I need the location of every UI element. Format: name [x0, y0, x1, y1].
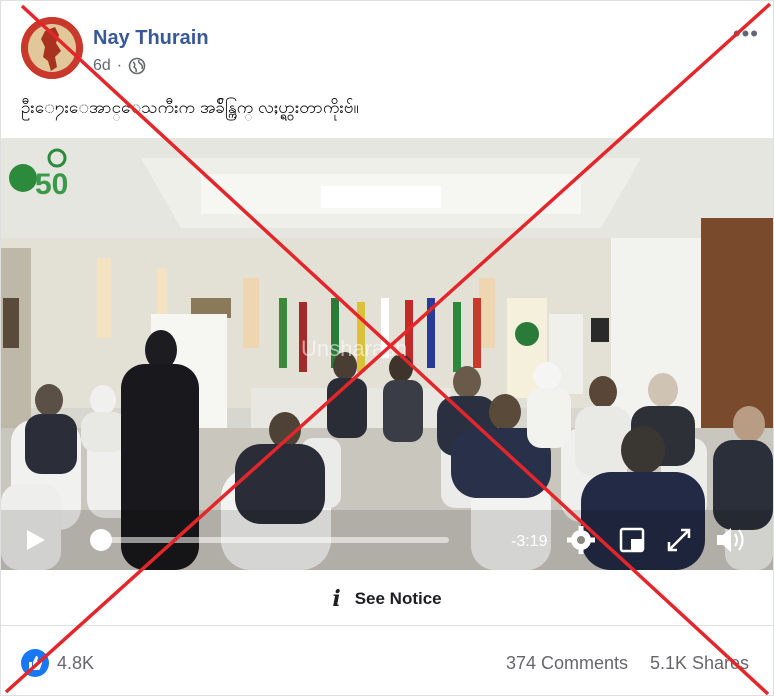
- video-watermark: Unsharash: [301, 336, 407, 361]
- time-remaining: -3:19: [511, 533, 548, 550]
- video-frame: 50 Unsharash: [1, 138, 773, 570]
- progress-scrubber[interactable]: [90, 529, 112, 551]
- picture-in-picture-icon[interactable]: [619, 527, 645, 553]
- see-notice-label: See Notice: [354, 589, 442, 608]
- video-controls: -3:19: [1, 520, 773, 560]
- more-options-button[interactable]: •••: [733, 21, 759, 47]
- play-icon[interactable]: [27, 530, 45, 550]
- comment-count[interactable]: 374 Comments: [506, 653, 628, 674]
- fullscreen-icon[interactable]: [667, 528, 691, 552]
- post-meta: 6d ·: [93, 57, 146, 75]
- progress-track[interactable]: [93, 537, 449, 543]
- see-notice-bar[interactable]: i See Notice: [1, 573, 773, 626]
- facebook-post: Nay Thurain 6d · ••• ဦးေ႒းေအာင္ေသကီးက အခ…: [0, 0, 774, 696]
- post-footer: 4.8K 374 Comments 5.1K Shares: [1, 641, 773, 685]
- settings-gear-icon[interactable]: [567, 526, 595, 554]
- info-icon: i: [332, 586, 341, 612]
- oic-logo-number: 50: [35, 168, 68, 201]
- share-count[interactable]: 5.1K Shares: [650, 653, 749, 674]
- avatar[interactable]: [21, 17, 83, 79]
- globe-icon: [128, 57, 146, 75]
- separator-dot: ·: [116, 57, 123, 74]
- like-reaction-icon[interactable]: [21, 649, 49, 677]
- video-player[interactable]: 50 Unsharash -3:19: [1, 138, 773, 570]
- post-caption: ဦးေ႒းေအာင္ေသကီးက အခ်ိန္ကြက္ လႈပ္ရွားတာကိ…: [21, 98, 359, 117]
- volume-icon[interactable]: [717, 528, 744, 552]
- myanmar-map-logo-icon: [21, 17, 83, 79]
- author-name[interactable]: Nay Thurain: [93, 27, 209, 50]
- post-time[interactable]: 6d: [93, 57, 111, 75]
- like-count[interactable]: 4.8K: [57, 653, 94, 674]
